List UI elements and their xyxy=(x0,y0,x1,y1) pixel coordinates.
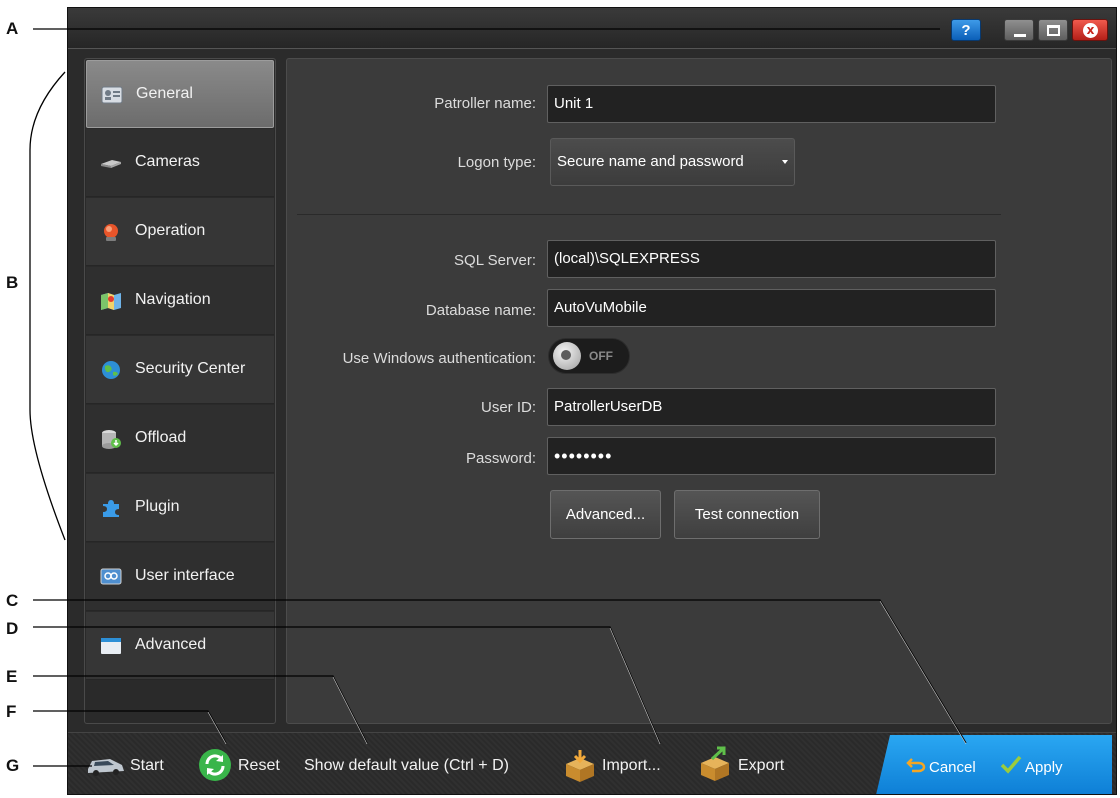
camera-icon xyxy=(101,160,121,168)
logon-type-value: Secure name and password xyxy=(557,153,744,170)
sidebar-item-security-center[interactable]: Security Center xyxy=(86,336,274,404)
patroller-name-field[interactable]: Unit 1 xyxy=(547,85,996,123)
settings-window: ? x General Cameras Operation Navigation xyxy=(67,7,1117,795)
sidebar-item-operation[interactable]: Operation xyxy=(86,198,274,266)
apply-button[interactable]: Apply xyxy=(1000,735,1080,794)
section-divider xyxy=(297,214,1001,215)
start-button[interactable]: Start xyxy=(86,733,176,794)
start-label: Start xyxy=(130,757,164,774)
globe-icon xyxy=(102,361,120,379)
toggle-knob xyxy=(553,342,581,370)
callout-b: B xyxy=(6,273,19,292)
export-button[interactable]: Export xyxy=(698,733,798,794)
import-button[interactable]: Import... xyxy=(563,733,673,794)
test-connection-button[interactable]: Test connection xyxy=(674,490,820,539)
password-field[interactable]: •••••••• xyxy=(547,437,996,475)
sidebar-item-cameras[interactable]: Cameras xyxy=(86,129,274,197)
sidebar-item-user-interface[interactable]: User interface xyxy=(86,543,274,611)
puzzle-icon xyxy=(103,500,119,517)
chevron-down-icon xyxy=(782,160,788,164)
export-box-icon xyxy=(701,746,729,781)
callout-f: F xyxy=(6,702,17,721)
sidebar-item-advanced[interactable]: Advanced xyxy=(86,612,274,680)
logon-type-dropdown[interactable]: Secure name and password xyxy=(550,138,795,186)
callout-g: G xyxy=(6,756,20,775)
command-bar: Start Reset Show default value (Ctrl + D… xyxy=(68,732,1116,794)
sql-server-field[interactable]: (local)\SQLEXPRESS xyxy=(547,240,996,278)
id-card-icon xyxy=(101,86,123,104)
database-download-icon xyxy=(102,430,121,449)
show-default-label: Show default value (Ctrl + D) xyxy=(304,757,509,774)
callout-e: E xyxy=(6,667,18,686)
minimize-button[interactable] xyxy=(1004,19,1034,41)
sidebar-item-label: Operation xyxy=(135,222,206,239)
sidebar-item-label: Security Center xyxy=(135,360,246,377)
cancel-label: Cancel xyxy=(929,759,976,776)
check-icon xyxy=(1000,755,1022,774)
help-icon: ? xyxy=(961,22,971,39)
beacon-icon xyxy=(104,224,118,241)
callout-a: A xyxy=(6,19,19,38)
patroller-name-label: Patroller name: xyxy=(434,95,536,112)
settings-sidebar: General Cameras Operation Navigation Sec… xyxy=(84,58,276,724)
sidebar-item-label: General xyxy=(136,85,193,102)
sidebar-item-label: User interface xyxy=(135,567,235,584)
sql-server-label: SQL Server: xyxy=(454,252,536,269)
leader-b xyxy=(29,71,66,541)
sidebar-item-general[interactable]: General xyxy=(86,60,274,128)
window-icon xyxy=(101,638,121,654)
user-id-label: User ID: xyxy=(480,399,536,416)
sidebar-item-label: Navigation xyxy=(135,291,211,308)
database-name-field[interactable]: AutoVuMobile xyxy=(547,289,996,327)
minimize-icon xyxy=(1014,34,1026,37)
apply-label: Apply xyxy=(1025,759,1063,776)
map-icon xyxy=(101,293,121,310)
password-label: Password: xyxy=(465,450,536,467)
maximize-icon xyxy=(1047,25,1060,36)
sidebar-item-plugin[interactable]: Plugin xyxy=(86,474,274,542)
close-button[interactable]: x xyxy=(1072,19,1108,41)
undo-arrow-icon xyxy=(906,758,926,773)
advanced-button[interactable]: Advanced... xyxy=(550,490,661,539)
show-default-button[interactable]: Show default value (Ctrl + D) xyxy=(304,733,544,794)
reset-button[interactable]: Reset xyxy=(198,733,288,794)
close-icon: x xyxy=(1083,23,1098,38)
callout-d: D xyxy=(6,619,19,638)
general-settings-panel: Patroller name: Unit 1 Logon type: Secur… xyxy=(286,58,1112,724)
commit-actions: Cancel Apply xyxy=(876,735,1112,794)
title-bar: ? x xyxy=(68,8,1116,49)
export-label: Export xyxy=(738,757,785,774)
sidebar-item-label: Cameras xyxy=(135,153,200,170)
cancel-button[interactable]: Cancel xyxy=(906,735,991,794)
import-label: Import... xyxy=(602,757,661,774)
reset-label: Reset xyxy=(238,757,280,774)
callout-c: C xyxy=(6,591,19,610)
refresh-icon xyxy=(199,749,231,781)
help-button[interactable]: ? xyxy=(951,19,981,41)
toggle-state: OFF xyxy=(589,349,613,363)
user-id-field[interactable]: PatrollerUserDB xyxy=(547,388,996,426)
import-box-icon xyxy=(566,750,594,782)
windows-auth-toggle[interactable]: OFF xyxy=(548,338,630,374)
windows-auth-label: Use Windows authentication: xyxy=(342,350,536,367)
maximize-button[interactable] xyxy=(1038,19,1068,41)
sidebar-item-label: Advanced xyxy=(135,636,207,653)
sidebar-item-offload[interactable]: Offload xyxy=(86,405,274,473)
user-interface-icon xyxy=(100,568,122,585)
patrol-car-icon xyxy=(88,759,124,776)
sidebar-item-navigation[interactable]: Navigation xyxy=(86,267,274,335)
database-name-label: Database name: xyxy=(425,302,536,319)
sidebar-item-label: Offload xyxy=(135,429,187,446)
sidebar-item-label: Plugin xyxy=(135,498,180,515)
logon-type-label: Logon type: xyxy=(457,154,536,171)
